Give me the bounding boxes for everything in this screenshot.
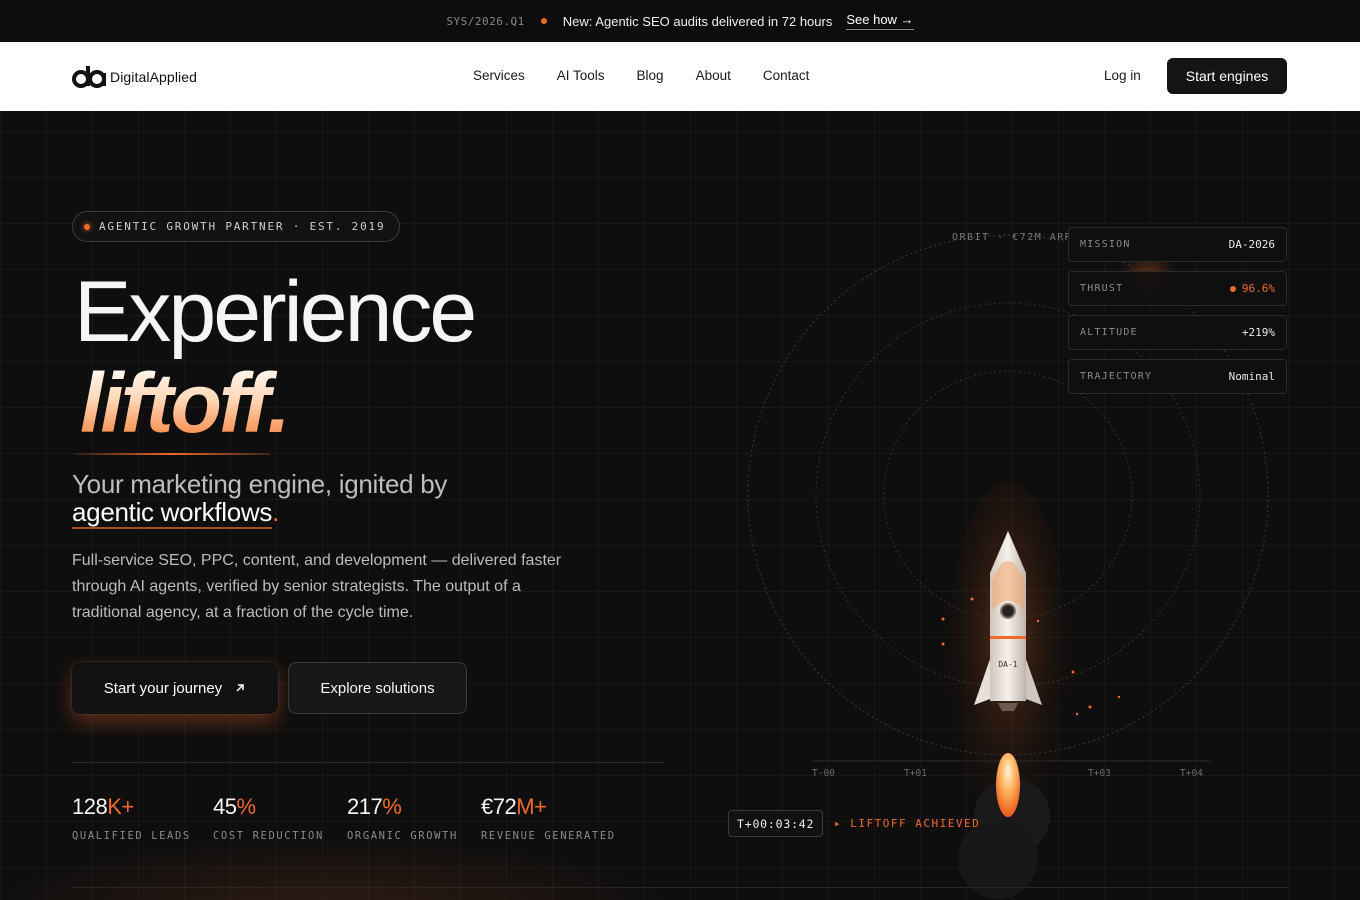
- rocket-flame: [996, 753, 1020, 817]
- hero-description: Full-service SEO, PPC, content, and deve…: [72, 552, 562, 621]
- nav-item-blog[interactable]: Blog: [637, 68, 664, 83]
- stat-label: ORGANIC GROWTH: [347, 830, 458, 842]
- telemetry-altitude: ALTITUDE +219%: [1068, 315, 1287, 350]
- timeline-tick: T+01: [904, 768, 927, 779]
- liftoff-status: ▸ LIFTOFF ACHIEVED: [834, 817, 981, 830]
- hero-badge: AGENTIC GROWTH PARTNER · EST. 2019: [72, 211, 401, 242]
- arrow-up-right-icon: [236, 684, 244, 692]
- spark: [941, 642, 945, 646]
- announcement-message: New: Agentic SEO audits delivered in 72 …: [562, 13, 833, 29]
- status-dot: [540, 18, 547, 24]
- logo-text: DigitalApplied: [110, 69, 198, 85]
- stat-value: 217%: [347, 794, 402, 819]
- start-engines-button[interactable]: Start engines: [1167, 58, 1287, 94]
- section-divider: [72, 887, 1288, 888]
- headline-underline: [74, 453, 270, 455]
- stat-revenue-generated: €72M+ REVENUE GENERATED: [481, 794, 616, 842]
- start-journey-label: Start your journey: [103, 679, 223, 697]
- stat-label: COST REDUCTION: [213, 830, 324, 842]
- thrust-dot: [1229, 285, 1236, 292]
- main-menu: Services AI Tools Blog About Contact: [473, 68, 809, 83]
- telemetry-thrust: THRUST 96.6%: [1068, 271, 1287, 306]
- stat-value: 45%: [213, 794, 256, 819]
- see-how-link[interactable]: See how →: [846, 12, 914, 30]
- spark: [1075, 712, 1079, 716]
- badge-text: AGENTIC GROWTH PARTNER · EST. 2019: [99, 220, 386, 233]
- headline-line-1: Experience: [74, 264, 477, 360]
- stat-value: 128K+: [72, 794, 134, 819]
- spark: [1071, 670, 1075, 674]
- telemetry-panel: MISSION DA-2026 THRUST 96.6% ALTITUDE +2…: [1068, 227, 1287, 403]
- sys-code: SYS/2026.Q1: [446, 14, 525, 28]
- mission-timer: T+00:03:42: [728, 810, 824, 837]
- telemetry-mission: MISSION DA-2026: [1068, 227, 1287, 262]
- stats-divider: [72, 762, 664, 763]
- nav-item-services[interactable]: Services: [473, 68, 525, 83]
- hero-section: DA-1 AGENTIC GROWTH PARTNER · EST. 2019 …: [0, 111, 1360, 900]
- subheadline-line-1: Your marketing engine, ignited by: [72, 469, 448, 499]
- spark: [970, 597, 974, 601]
- subheadline-highlight: agentic workflows: [72, 497, 273, 529]
- stat-qualified-leads: 128K+ QUALIFIED LEADS: [72, 794, 191, 842]
- spark: [1117, 695, 1121, 699]
- spark: [941, 617, 945, 621]
- stat-label: QUALIFIED LEADS: [72, 830, 191, 842]
- timeline-tick: T+03: [1088, 768, 1111, 779]
- subheadline-line-2: agentic workflows.: [72, 497, 280, 529]
- nav-item-contact[interactable]: Contact: [763, 68, 810, 83]
- spark: [1036, 619, 1040, 623]
- site-header: DigitalApplied Services AI Tools Blog Ab…: [0, 42, 1360, 111]
- stat-value: €72M+: [481, 794, 547, 819]
- timeline-tick: T+04: [1180, 768, 1203, 779]
- headline-line-2: liftoff.: [80, 356, 291, 450]
- orbit-label: ORBIT · €72M ARR: [952, 232, 1073, 243]
- spark: [1088, 705, 1092, 709]
- explore-solutions-button[interactable]: Explore solutions: [288, 662, 467, 714]
- nav-item-about[interactable]: About: [696, 68, 731, 83]
- logo[interactable]: DigitalApplied: [72, 64, 197, 90]
- subheadline-period: .: [272, 497, 280, 527]
- badge-dot: [84, 224, 90, 230]
- login-link[interactable]: Log in: [1104, 68, 1141, 83]
- telemetry-trajectory: TRAJECTORY Nominal: [1068, 359, 1287, 394]
- stat-organic-growth: 217% ORGANIC GROWTH: [347, 794, 458, 842]
- stat-label: REVENUE GENERATED: [481, 830, 616, 842]
- stat-cost-reduction: 45% COST REDUCTION: [213, 794, 324, 842]
- nav-item-ai-tools[interactable]: AI Tools: [557, 68, 605, 83]
- logo-mark-icon: [72, 66, 106, 88]
- timeline-tick: T-00: [812, 768, 835, 779]
- rocket-label: DA-1: [998, 660, 1017, 669]
- start-journey-button[interactable]: Start your journey: [72, 662, 278, 714]
- announcement-bar: SYS/2026.Q1 New: Agentic SEO audits deli…: [0, 0, 1360, 42]
